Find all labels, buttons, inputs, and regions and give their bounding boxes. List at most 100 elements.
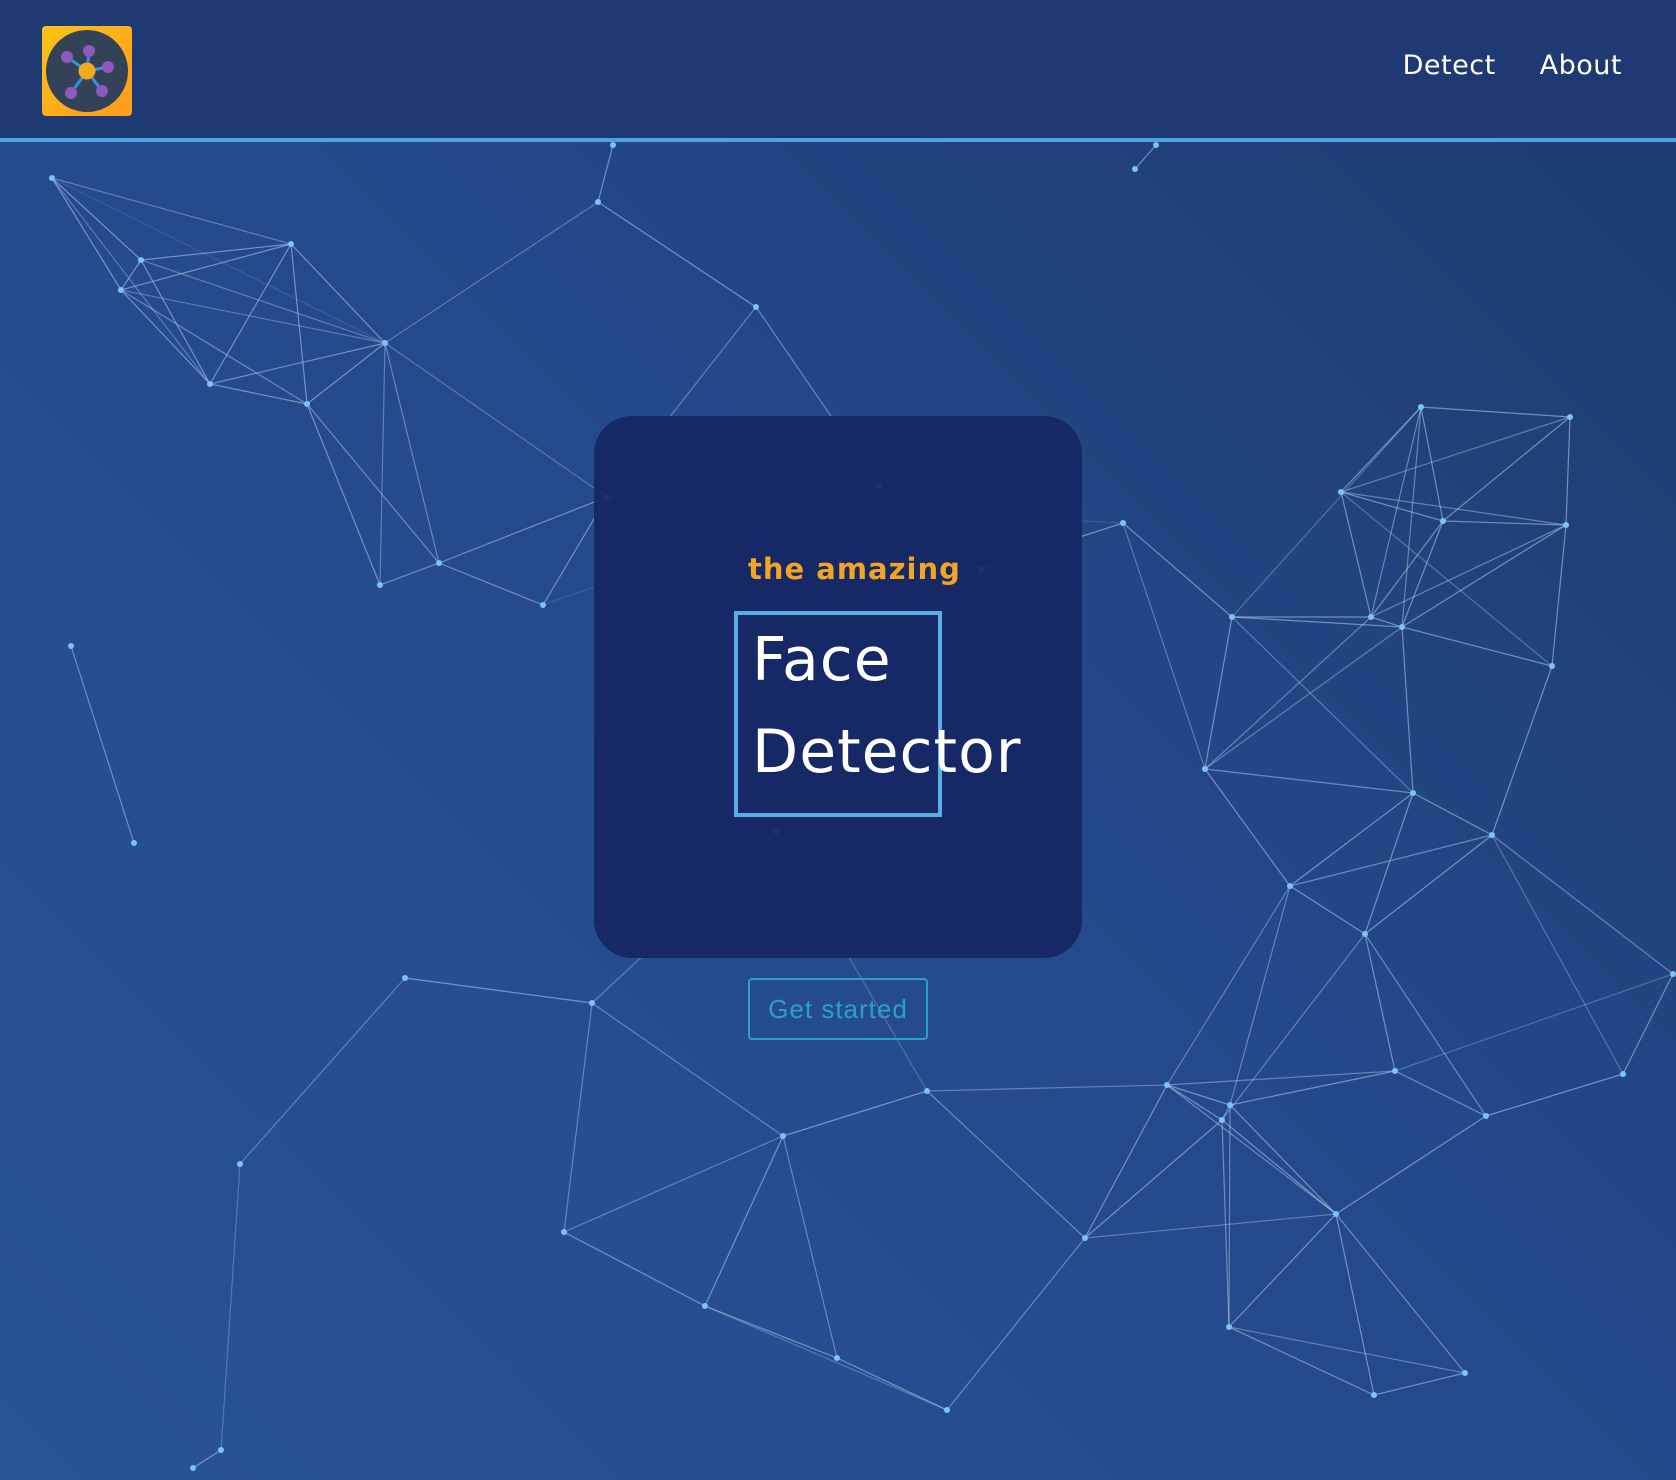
particle-link <box>1204 616 1233 770</box>
particle-node <box>589 1000 595 1006</box>
nav-link-about[interactable]: About <box>1540 50 1622 81</box>
particle-link <box>1335 1213 1375 1396</box>
particle-link <box>1204 768 1291 887</box>
particle-link <box>1485 1073 1624 1117</box>
particle-node <box>382 340 388 346</box>
particle-node <box>944 1407 950 1413</box>
particle-node <box>1549 663 1555 669</box>
particle-node <box>1229 614 1235 620</box>
particle-link <box>1370 524 1567 618</box>
hero-card <box>594 416 1082 958</box>
particle-link <box>1289 792 1414 887</box>
particle-link <box>192 1449 222 1469</box>
particle-node <box>1338 489 1344 495</box>
particle-link <box>404 977 593 1004</box>
particle-node <box>1418 404 1424 410</box>
particle-node <box>1368 614 1374 620</box>
particle-link <box>1491 834 1624 1075</box>
particle-link <box>1340 491 1372 618</box>
particle-node <box>304 401 310 407</box>
particle-link <box>1364 834 1493 935</box>
particle-link <box>1412 792 1493 836</box>
particle-link <box>1122 522 1233 618</box>
particle-node <box>595 199 601 205</box>
particle-link <box>563 1002 593 1233</box>
particle-link <box>1084 1084 1168 1239</box>
particle-link <box>1204 626 1403 770</box>
particle-link <box>836 1357 948 1411</box>
particle-link <box>1565 416 1571 526</box>
particle-node <box>402 975 408 981</box>
particle-link <box>1221 1119 1230 1328</box>
particle-link <box>1166 1084 1337 1215</box>
network-icon <box>46 30 128 112</box>
particle-link <box>1401 524 1567 628</box>
particle-node <box>131 840 137 846</box>
particle-node <box>118 287 124 293</box>
particle-link <box>1204 616 1372 770</box>
particle-link <box>1340 491 1444 522</box>
particle-node <box>1219 1117 1225 1123</box>
particle-link <box>1491 665 1553 836</box>
particle-node <box>1082 1235 1088 1241</box>
nav-link-detect[interactable]: Detect <box>1403 50 1496 81</box>
particle-node <box>1120 520 1126 526</box>
particle-link <box>1204 768 1414 794</box>
particle-link <box>1228 1326 1466 1374</box>
particle-node <box>1563 522 1569 528</box>
particle-node <box>138 257 144 263</box>
particle-link <box>1364 933 1487 1117</box>
particle-link <box>70 645 135 844</box>
particle-node <box>540 602 546 608</box>
particle-link <box>1228 1213 1337 1328</box>
particle-node <box>1164 1082 1170 1088</box>
particle-link <box>1134 144 1157 170</box>
particle-link <box>209 243 292 385</box>
particle-node <box>1670 971 1676 977</box>
get-started-button[interactable]: Get started <box>748 978 928 1040</box>
particle-link <box>1084 1213 1337 1239</box>
particle-node <box>1202 766 1208 772</box>
logo[interactable] <box>42 26 132 116</box>
particle-link <box>1442 520 1567 526</box>
particle-link <box>1229 885 1291 1106</box>
particle-link <box>379 562 440 586</box>
particle-node <box>1392 1068 1398 1074</box>
particle-link <box>1394 1070 1487 1117</box>
particle-link <box>1231 616 1414 794</box>
particle-link <box>306 403 381 586</box>
particle-link <box>782 1090 928 1137</box>
particle-link <box>1166 1084 1223 1121</box>
particle-node <box>702 1303 708 1309</box>
particle-node <box>1440 518 1446 524</box>
particle-node <box>1410 790 1416 796</box>
particle-node <box>49 175 55 181</box>
particle-node <box>190 1465 196 1471</box>
particle-node <box>1132 166 1138 172</box>
particle-link <box>1122 522 1206 770</box>
particle-link <box>290 243 386 344</box>
particle-link <box>140 243 292 261</box>
particle-link <box>926 1090 1086 1239</box>
particle-link <box>1231 406 1422 618</box>
particle-node <box>753 304 759 310</box>
particle-link <box>946 1237 1086 1411</box>
particle-link <box>1335 1115 1487 1215</box>
particle-link <box>704 1135 784 1307</box>
particle-link <box>1340 416 1571 493</box>
particle-link <box>597 144 614 203</box>
particle-link <box>926 1084 1168 1092</box>
particle-node <box>207 381 213 387</box>
particle-link <box>1401 626 1414 794</box>
particle-link <box>1442 416 1571 522</box>
particle-link <box>1420 406 1571 418</box>
particle-link <box>1084 1119 1223 1239</box>
particle-link <box>239 977 406 1165</box>
particle-link <box>1373 1372 1466 1396</box>
navbar: Detect About <box>0 0 1676 142</box>
particle-node <box>1399 624 1405 630</box>
particle-link <box>1166 1084 1231 1106</box>
particle-link <box>379 342 386 586</box>
particle-node <box>1371 1392 1377 1398</box>
particle-link <box>384 342 608 498</box>
